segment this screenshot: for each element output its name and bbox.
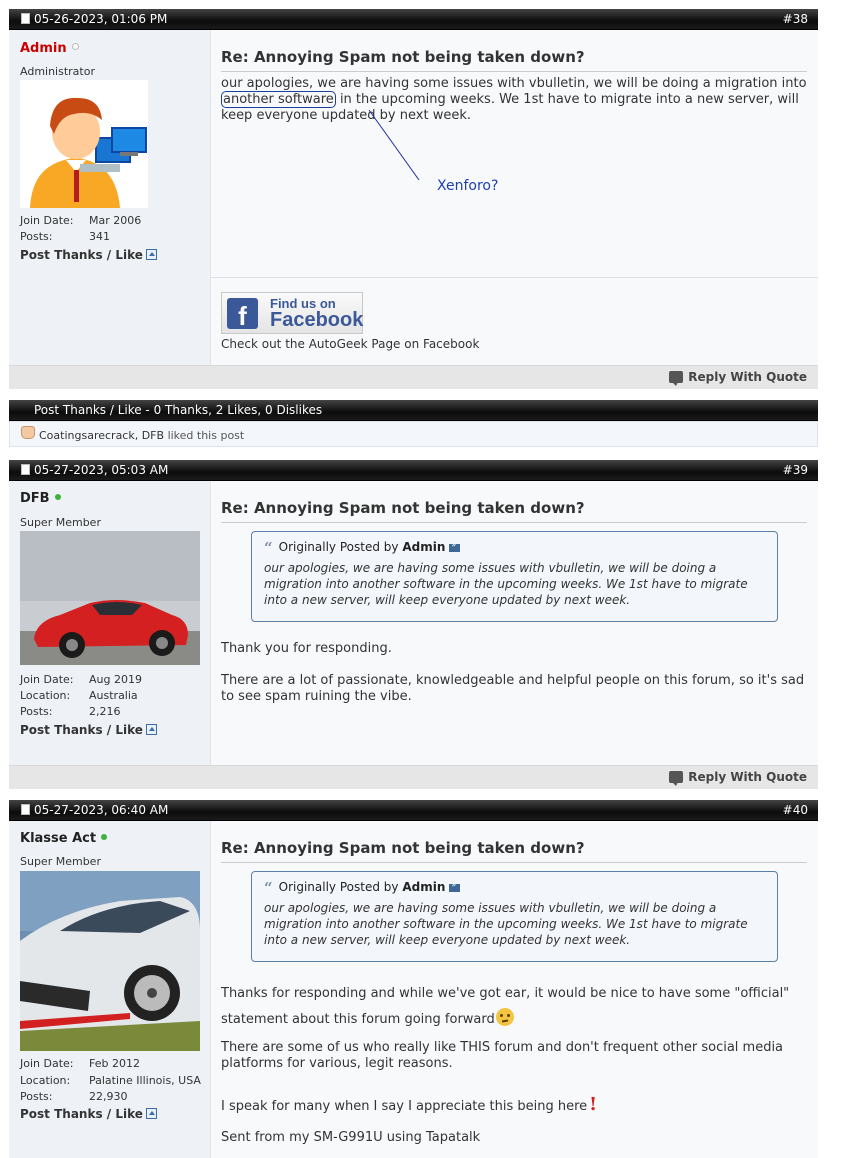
posts-label: Posts:: [20, 1090, 53, 1103]
post-date: 05-26-2023, 01:06 PM: [34, 12, 168, 26]
join-date-value: Feb 2012: [89, 1057, 140, 1070]
quote-text: our apologies, we are having some issues…: [264, 561, 748, 607]
post-body: our apologies, we are having some issues…: [221, 76, 807, 123]
post-footer-39: Reply With Quote: [9, 765, 818, 789]
avatar[interactable]: [20, 80, 148, 208]
likers-list[interactable]: Coatingsarecrack, DFB: [39, 429, 164, 442]
post-thanks-header: Post Thanks / Like - 0 Thanks, 2 Likes, …: [9, 400, 818, 421]
online-status-icon: [101, 834, 108, 840]
post-footer-38: Reply With Quote: [9, 365, 818, 389]
quote-box: “Originally Posted by Admin our apologie…: [251, 871, 778, 962]
liked-suffix: liked this post: [167, 429, 245, 442]
collapse-up-icon[interactable]: [145, 724, 157, 735]
reply-with-quote-button[interactable]: Reply With Quote: [669, 370, 807, 386]
avatar[interactable]: [20, 531, 200, 665]
quote-header: “Originally Posted by Admin: [264, 879, 461, 897]
post-number-link[interactable]: #40: [783, 800, 808, 820]
quote-text: our apologies, we are having some issues…: [264, 901, 748, 947]
signature-divider: [211, 277, 818, 278]
join-date-label: Join Date:: [20, 673, 74, 686]
post-date: 05-27-2023, 05:03 AM: [34, 463, 169, 477]
post-paragraph: Thank you for responding.: [221, 641, 392, 656]
join-date-value: Mar 2006: [89, 214, 142, 227]
quote-header: “Originally Posted by Admin: [264, 539, 461, 557]
collapse-up-icon[interactable]: [145, 249, 157, 260]
user-title: Administrator: [20, 65, 95, 78]
username-link[interactable]: Admin: [20, 41, 79, 56]
post-thanks-like-link[interactable]: Post Thanks / Like: [20, 1107, 157, 1121]
post-likes-row: Coatingsarecrack, DFB liked this post: [9, 421, 818, 447]
quote-author: Admin: [402, 540, 446, 554]
user-title: Super Member: [20, 516, 101, 529]
facebook-logo-icon: f: [227, 298, 258, 329]
post-header-38: 05-26-2023, 01:06 PM #38: [9, 9, 818, 30]
annotation-line: [368, 110, 420, 180]
view-post-arrow-icon[interactable]: [449, 880, 461, 892]
post-document-icon: [21, 804, 30, 815]
location-value: Palatine Illinois, USA: [89, 1074, 201, 1087]
admin-avatar-icon: [20, 80, 148, 208]
post-paragraph: Sent from my SM-G991U using Tapatalk: [221, 1130, 481, 1145]
post-document-icon: [21, 464, 30, 475]
post-content-38: Re: Annoying Spam not being taken down? …: [211, 30, 818, 365]
posts-count: 2,216: [89, 705, 121, 718]
username-link[interactable]: DFB: [20, 491, 61, 506]
location-label: Location:: [20, 689, 71, 702]
post-paragraph: There are some of us who really like THI…: [221, 1040, 784, 1071]
post-number-link[interactable]: #39: [783, 460, 808, 480]
posts-count: 22,930: [89, 1090, 128, 1103]
avatar[interactable]: [20, 871, 200, 1051]
post-paragraph: Thanks for responding and while we've go…: [221, 986, 790, 1027]
facebook-caption: Check out the AutoGeek Page on Facebook: [221, 337, 480, 351]
thinking-face-icon: [495, 1008, 514, 1026]
post-number-link[interactable]: #38: [783, 9, 808, 29]
post-content-40: Re: Annoying Spam not being taken down? …: [211, 821, 818, 1158]
posts-label: Posts:: [20, 230, 53, 243]
highlighted-text: another software: [221, 91, 336, 108]
post-content-39: Re: Annoying Spam not being taken down? …: [211, 481, 818, 765]
location-label: Location:: [20, 1074, 71, 1087]
post-paragraph: There are a lot of passionate, knowledge…: [221, 673, 805, 704]
post-title: Re: Annoying Spam not being taken down?: [221, 499, 807, 523]
exclamation-icon: !: [589, 1094, 598, 1115]
post-thanks-like-link[interactable]: Post Thanks / Like: [20, 248, 157, 262]
user-info-panel-38: Admin Administrator Join Date: Mar 2006 …: [9, 30, 211, 365]
view-post-arrow-icon[interactable]: [449, 540, 461, 552]
annotation-text: Xenforo?: [437, 178, 499, 194]
join-date-value: Aug 2019: [89, 673, 142, 686]
posts-label: Posts:: [20, 705, 53, 718]
collapse-up-icon[interactable]: [145, 1108, 157, 1119]
quote-icon: “: [264, 539, 273, 557]
red-car-avatar-icon: [20, 531, 200, 665]
post-paragraph: I speak for many when I say I appreciate…: [221, 1094, 598, 1115]
facebook-banner[interactable]: f Find us on Facebook: [221, 292, 363, 334]
quote-author: Admin: [402, 880, 446, 894]
location-value: Australia: [89, 689, 138, 702]
quote-bubble-icon: [669, 771, 684, 786]
post-date: 05-27-2023, 06:40 AM: [34, 803, 169, 817]
username-link[interactable]: Klasse Act: [20, 831, 108, 846]
reply-with-quote-button[interactable]: Reply With Quote: [669, 770, 807, 786]
user-title: Super Member: [20, 855, 101, 868]
join-date-label: Join Date:: [20, 1057, 74, 1070]
post-document-icon: [21, 13, 30, 24]
thumbs-up-icon: [21, 426, 35, 439]
post-thanks-like-link[interactable]: Post Thanks / Like: [20, 723, 157, 737]
user-info-panel-39: DFB Super Member Join Date: Aug 2019 Loc…: [9, 481, 211, 765]
join-date-label: Join Date:: [20, 214, 74, 227]
post-thanks-summary: Post Thanks / Like - 0 Thanks, 2 Likes, …: [34, 403, 323, 417]
user-info-panel-40: Klasse Act Super Member Join Date: Feb 2…: [9, 821, 211, 1158]
white-car-avatar-icon: [20, 871, 200, 1051]
post-header-39: 05-27-2023, 05:03 AM #39: [9, 460, 818, 481]
post-header-40: 05-27-2023, 06:40 AM #40: [9, 800, 818, 821]
post-title: Re: Annoying Spam not being taken down?: [221, 48, 807, 72]
posts-count: 341: [89, 230, 110, 243]
online-status-icon: [54, 494, 61, 500]
quote-box: “Originally Posted by Admin our apologie…: [251, 531, 778, 622]
quote-icon: “: [264, 879, 273, 897]
post-title: Re: Annoying Spam not being taken down?: [221, 839, 807, 863]
quote-bubble-icon: [669, 371, 684, 386]
facebook-brand: Facebook: [270, 309, 364, 331]
offline-status-icon: [71, 43, 79, 50]
